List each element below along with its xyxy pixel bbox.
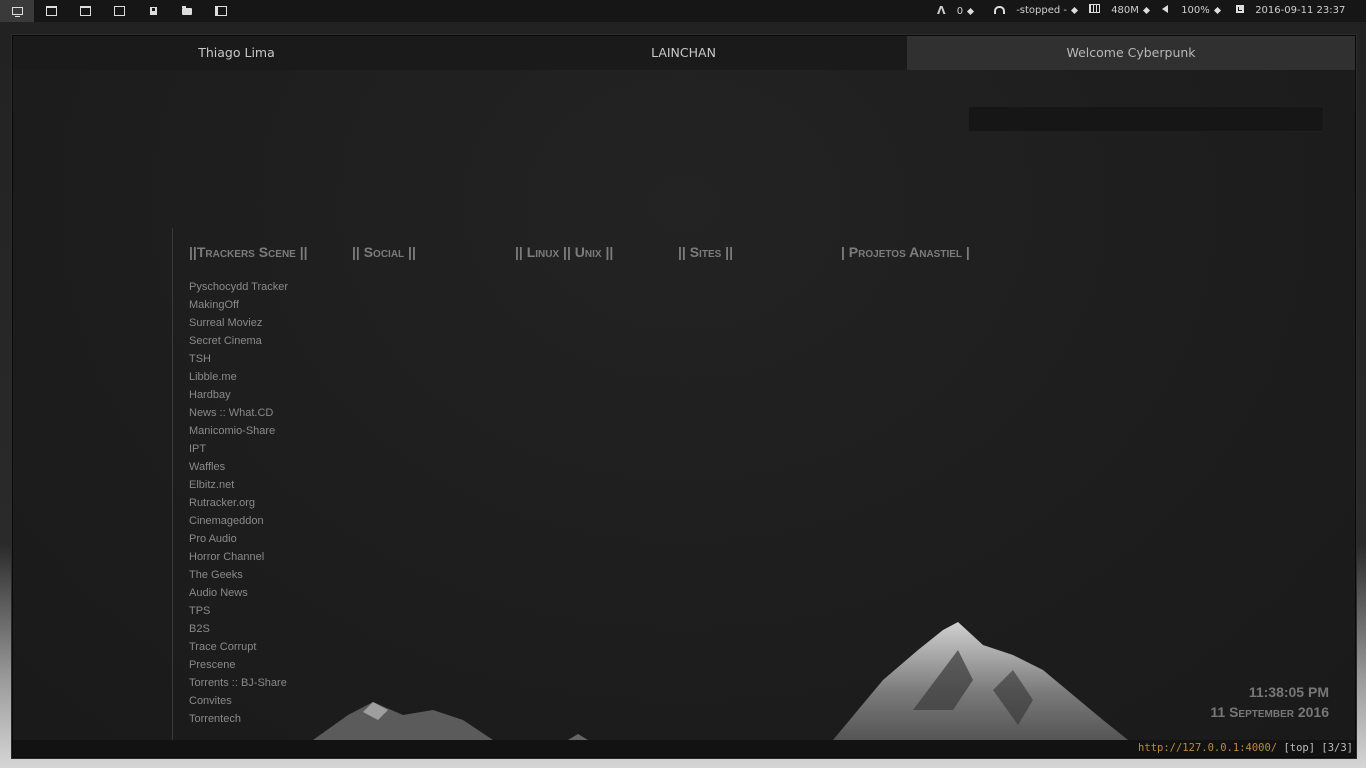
column-header-trackers: ||Trackers Scene || xyxy=(189,244,308,260)
workspace-button-4[interactable] xyxy=(102,0,136,22)
memory-icon xyxy=(1089,4,1100,13)
tracker-link[interactable]: Rutracker.org xyxy=(189,494,288,512)
tracker-link[interactable]: B2S xyxy=(189,620,288,638)
top-panel: Λ 0 -stopped - 480M 100% 2016-09-11 23:3… xyxy=(0,0,1366,22)
panel-datetime: 2016-09-11 23:37 xyxy=(1255,5,1346,16)
terminal-icon xyxy=(45,6,57,16)
updates-count: 0 xyxy=(956,6,964,17)
browser-status-bar: http://127.0.0.1:4000/ [top] [3/3] xyxy=(13,740,1355,757)
workspace-button-1[interactable] xyxy=(0,0,34,22)
tracker-link[interactable]: TPS xyxy=(189,602,288,620)
monitor-icon xyxy=(11,7,23,17)
volume-indicator[interactable]: 100% xyxy=(1162,0,1221,22)
tracker-link[interactable]: Hardbay xyxy=(189,386,288,404)
window-icon xyxy=(79,6,91,16)
volume-value: 100% xyxy=(1181,5,1210,16)
tracker-link[interactable]: Horror Channel xyxy=(189,548,288,566)
column-header-projetos: | Projetos Anastiel | xyxy=(841,244,970,260)
tracker-link[interactable]: The Geeks xyxy=(189,566,288,584)
volume-icon xyxy=(1162,5,1168,13)
status-tab-count: [3/3] xyxy=(1321,742,1353,754)
clock-date: 11 September 2016 xyxy=(1210,704,1329,720)
tracker-link[interactable]: Waffles xyxy=(189,458,288,476)
tracker-link[interactable]: News :: What.CD xyxy=(189,404,288,422)
column-divider xyxy=(172,228,173,740)
clock-time: 11:38:05 PM xyxy=(1248,684,1329,700)
film-icon xyxy=(113,6,125,16)
tracker-link[interactable]: Elbitz.net xyxy=(189,476,288,494)
clock-icon xyxy=(1236,5,1244,13)
browser-window: Thiago Lima LAINCHAN Welcome Cyberpunk |… xyxy=(12,35,1356,758)
page-clock: 11:38:05 PM 11 September 2016 xyxy=(1210,682,1329,722)
tracker-link[interactable]: Prescene xyxy=(189,656,288,674)
separator-icon xyxy=(967,7,975,15)
workspace-button-7[interactable] xyxy=(204,0,238,22)
tracker-link[interactable]: MakingOff xyxy=(189,296,288,314)
separator-icon xyxy=(1070,6,1079,14)
tracker-link[interactable]: Surreal Moviez xyxy=(189,314,288,332)
trackers-link-list: Pyschocydd Tracker MakingOff Surreal Mov… xyxy=(189,278,288,728)
clock-indicator[interactable]: 2016-09-11 23:37 xyxy=(1236,0,1345,22)
music-status: -stopped - xyxy=(1016,5,1068,16)
separator-icon xyxy=(1142,6,1150,14)
tracker-link[interactable]: Libble.me xyxy=(189,368,288,386)
folder-icon xyxy=(182,5,192,15)
tracker-link[interactable]: Convites xyxy=(189,692,288,710)
workspace-button-2[interactable] xyxy=(34,0,68,22)
status-scroll-position: [top] xyxy=(1283,742,1316,754)
disk-icon xyxy=(149,7,157,15)
tracker-link[interactable]: Torrents :: BJ-Share xyxy=(189,674,288,692)
tracker-link[interactable]: Pyschocydd Tracker xyxy=(189,278,288,296)
workspace-button-5[interactable] xyxy=(136,0,170,22)
tracker-link[interactable]: Trace Corrupt xyxy=(189,638,288,656)
separator-icon xyxy=(1213,6,1221,14)
music-indicator[interactable]: -stopped - xyxy=(994,0,1079,22)
status-url: http://127.0.0.1:4000/ xyxy=(1138,742,1278,754)
workspace-button-6[interactable] xyxy=(170,0,204,22)
tracker-link[interactable]: TSH xyxy=(189,350,288,368)
search-input[interactable] xyxy=(968,106,1324,132)
column-header-linux-unix: || Linux || Unix || xyxy=(515,244,614,260)
page-content: ||Trackers Scene || || Social || || Linu… xyxy=(13,70,1355,740)
tab-thiago-lima[interactable]: Thiago Lima xyxy=(13,36,460,70)
headphones-icon xyxy=(994,6,1005,14)
layout-icon xyxy=(215,6,227,16)
workspace-button-3[interactable] xyxy=(68,0,102,22)
arch-icon: Λ xyxy=(937,4,946,17)
column-header-sites: || Sites || xyxy=(678,244,734,260)
tab-welcome-cyberpunk[interactable]: Welcome Cyberpunk xyxy=(907,36,1355,70)
tab-lainchan[interactable]: LAINCHAN xyxy=(460,36,907,70)
tracker-link[interactable]: Torrentech xyxy=(189,710,288,728)
memory-value: 480M xyxy=(1111,5,1139,16)
tracker-link[interactable]: Audio News xyxy=(189,584,288,602)
column-header-social: || Social || xyxy=(352,244,416,260)
tracker-link[interactable]: Cinemageddon xyxy=(189,512,288,530)
updates-indicator[interactable]: Λ 0 xyxy=(937,0,975,22)
memory-indicator: 480M xyxy=(1089,0,1150,22)
tracker-link[interactable]: Pro Audio xyxy=(189,530,288,548)
tracker-link[interactable]: Manicomio-Share xyxy=(189,422,288,440)
tracker-link[interactable]: IPT xyxy=(189,440,288,458)
tab-bar: Thiago Lima LAINCHAN Welcome Cyberpunk xyxy=(13,36,1355,70)
tracker-link[interactable]: Secret Cinema xyxy=(189,332,288,350)
